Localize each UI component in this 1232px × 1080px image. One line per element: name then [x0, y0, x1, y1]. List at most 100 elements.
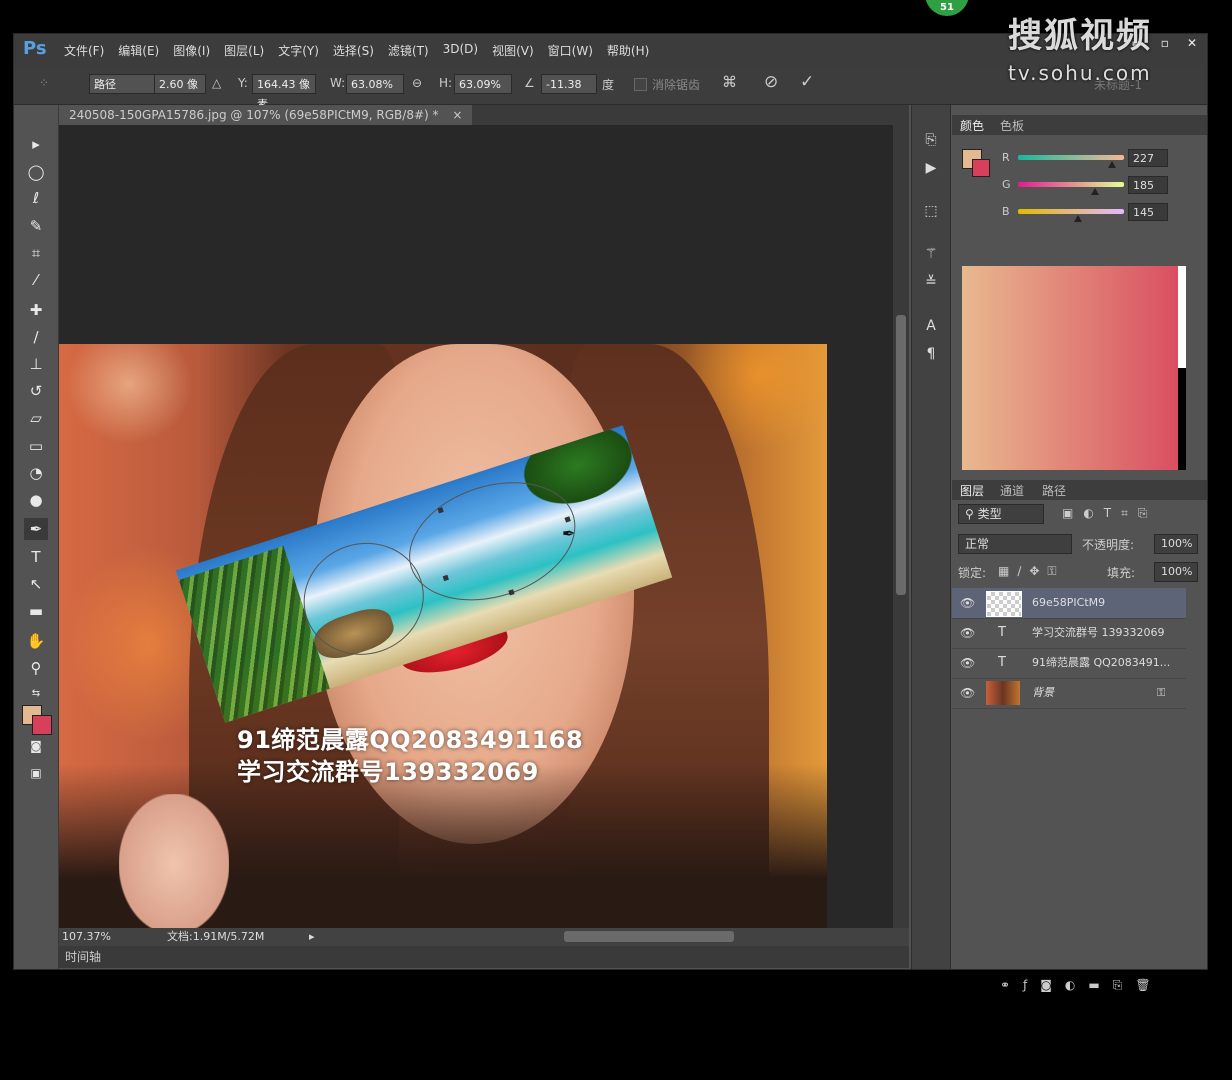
brush-panel-icon[interactable]: ⚚ [920, 243, 942, 265]
visibility-eye-icon[interactable]: 👁 [960, 618, 975, 648]
g-slider-handle[interactable] [1091, 188, 1099, 195]
dodge-icon[interactable]: ● [24, 489, 48, 511]
rectangle-tool-icon[interactable]: ▬ [24, 600, 48, 622]
status-arrow-icon[interactable]: ▸ [309, 928, 315, 946]
h-label: H: [439, 76, 453, 90]
layer-name: 学习交流群号 139332069 [1032, 626, 1165, 639]
gradient-icon[interactable]: ▭ [24, 435, 48, 457]
visibility-eye-icon[interactable]: 👁 [960, 588, 975, 618]
angle-field[interactable]: -11.38 [541, 74, 597, 94]
color-background-swatch[interactable] [972, 159, 990, 177]
type-tool-icon[interactable]: T [24, 546, 48, 568]
close-tab-icon[interactable]: × [452, 108, 462, 122]
menu-filter[interactable]: 滤镜(T) [388, 42, 429, 59]
canvas-area[interactable]: 91缔范晨露QQ2083491168 学习交流群号139332069 ✒ [59, 125, 893, 928]
menu-image[interactable]: 图像(I) [173, 42, 210, 59]
eraser-icon[interactable]: ▱ [24, 407, 48, 429]
menu-layer[interactable]: 图层(L) [224, 42, 264, 59]
visibility-eye-icon[interactable]: 👁 [960, 678, 975, 708]
path-select-icon[interactable]: ↖ [24, 573, 48, 595]
tab-channels[interactable]: 通道 [1000, 482, 1024, 499]
layer-row[interactable]: 👁 69e58PICtM9 [952, 588, 1186, 619]
document-tab[interactable]: 240508-150GPA15786.jpg @ 107% (69e58PICt… [59, 105, 473, 125]
g-value[interactable]: 185 [1128, 176, 1168, 194]
r-value[interactable]: 227 [1128, 149, 1168, 167]
r-slider[interactable] [1018, 155, 1124, 168]
menu-help[interactable]: 帮助(H) [607, 42, 649, 59]
eyedropper-icon[interactable]: ⁄ [24, 269, 48, 291]
overlay-text-line2: 学习交流群号139332069 [237, 758, 539, 786]
menu-type[interactable]: 文字(Y) [278, 42, 319, 59]
stamp-icon[interactable]: ⊥ [24, 353, 48, 375]
menu-view[interactable]: 视图(V) [492, 42, 534, 59]
menu-3d[interactable]: 3D(D) [443, 42, 478, 59]
character-panel-icon[interactable]: A [920, 315, 942, 337]
fill-field[interactable]: 100% [1154, 562, 1198, 582]
warp-icon[interactable]: ⌘ [722, 73, 737, 91]
swap-colors-icon[interactable]: ⇆ [24, 683, 48, 705]
layer-row[interactable]: 👁 背景 ⚿ [952, 678, 1186, 709]
brush-icon[interactable]: ∕ [24, 326, 48, 348]
r-slider-handle[interactable] [1108, 161, 1116, 168]
history-panel-icon[interactable]: ⎘ [920, 129, 942, 151]
vertical-scroll-thumb[interactable] [896, 315, 906, 595]
antialias-checkbox[interactable] [634, 78, 647, 91]
lasso-icon[interactable]: ℓ [24, 187, 48, 209]
background-color-swatch[interactable] [32, 715, 52, 735]
y-field[interactable]: 164.43 像素 [252, 74, 316, 111]
history-brush-icon[interactable]: ↺ [24, 380, 48, 402]
move-tool-icon[interactable]: ▸ [24, 133, 48, 155]
zoom-tool-icon[interactable]: ⚲ [24, 657, 48, 679]
timeline-label[interactable]: 时间轴 [65, 946, 101, 968]
zoom-level[interactable]: 107.37% [62, 928, 111, 946]
horizontal-scroll-thumb[interactable] [564, 931, 734, 942]
color-spectrum-bar[interactable] [1178, 266, 1186, 470]
antialias-label: 消除锯齿 [652, 78, 701, 92]
actions-panel-icon[interactable]: ▶ [920, 157, 942, 179]
x-field[interactable]: 2.60 像素 [154, 74, 206, 94]
layer-row[interactable]: 👁 T 学习交流群号 139332069 [952, 618, 1186, 649]
mode-select[interactable]: 路径 [89, 74, 159, 94]
hand-tool-icon[interactable]: ✋ [24, 630, 48, 652]
layer-filter-select[interactable]: ⚲ 类型 [958, 504, 1044, 524]
screen-mode-icon[interactable]: ▣ [24, 762, 48, 784]
link-icon[interactable]: ⊖ [412, 76, 422, 90]
opacity-field[interactable]: 100% [1154, 534, 1198, 554]
menu-edit[interactable]: 编辑(E) [118, 42, 159, 59]
blend-mode-select[interactable]: 正常 [958, 534, 1072, 554]
elliptical-marquee-icon[interactable]: ◯ [24, 161, 48, 183]
tab-layers[interactable]: 图层 [960, 482, 984, 499]
b-value[interactable]: 145 [1128, 203, 1168, 221]
layer-row[interactable]: 👁 T 91缔范晨露 QQ2083491... [952, 648, 1186, 679]
b-slider[interactable] [1018, 209, 1124, 222]
tab-paths[interactable]: 路径 [1042, 482, 1066, 499]
tab-color[interactable]: 颜色 [960, 117, 984, 134]
layer-filter-icons[interactable]: ▣◐T⌗⎘ [1062, 506, 1158, 521]
lock-icons[interactable]: ▦∕✥⚿ [998, 564, 1065, 579]
adjust-panel-icon[interactable]: ≚ [920, 271, 942, 293]
menu-select[interactable]: 选择(S) [333, 42, 374, 59]
cancel-transform-icon[interactable]: ⊘ [764, 72, 778, 92]
width-field[interactable]: 63.08% [346, 74, 404, 94]
g-slider[interactable] [1018, 182, 1124, 195]
layer-footer-icons[interactable]: ⚭ƒ◙◐▬⎘🗑 [1000, 978, 1164, 993]
paragraph-panel-icon[interactable]: ¶ [920, 343, 942, 365]
quick-select-icon[interactable]: ✎ [24, 215, 48, 237]
pen-tool-icon[interactable]: ✒ [24, 518, 48, 540]
document-canvas[interactable]: 91缔范晨露QQ2083491168 学习交流群号139332069 ✒ [59, 344, 827, 928]
vertical-scrollbar[interactable] [893, 125, 909, 928]
menu-window[interactable]: 窗口(W) [548, 42, 593, 59]
commit-transform-icon[interactable]: ✓ [800, 72, 814, 92]
color-spectrum[interactable] [962, 266, 1186, 470]
visibility-eye-icon[interactable]: 👁 [960, 648, 975, 678]
3d-panel-icon[interactable]: ⬚ [920, 200, 942, 222]
healing-brush-icon[interactable]: ✚ [24, 299, 48, 321]
height-field[interactable]: 63.09% [454, 74, 512, 94]
menu-file[interactable]: 文件(F) [64, 42, 104, 59]
b-slider-handle[interactable] [1074, 215, 1082, 222]
tab-swatches[interactable]: 色板 [1000, 117, 1024, 134]
tool-preset-icon[interactable]: ⁘ [39, 76, 49, 90]
blur-icon[interactable]: ◔ [24, 462, 48, 484]
quick-mask-icon[interactable]: ◙ [24, 735, 48, 757]
crop-icon[interactable]: ⌗ [24, 242, 48, 264]
